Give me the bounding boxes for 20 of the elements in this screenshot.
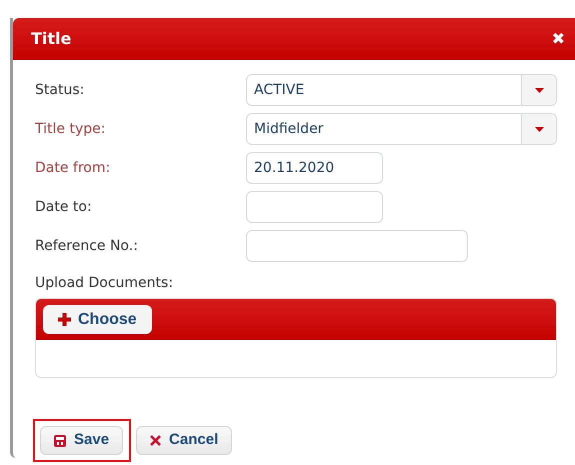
choose-button[interactable]: Choose (43, 305, 152, 334)
input-field[interactable] (246, 191, 383, 223)
close-icon (150, 435, 162, 446)
dialog-title: Title (31, 28, 72, 50)
caret-icon (534, 88, 544, 92)
cancel-button[interactable]: Cancel (136, 426, 232, 455)
field-label: Reference No.: (35, 236, 139, 256)
input-field[interactable] (246, 230, 468, 262)
field-label: Upload Documents: (35, 275, 174, 291)
save-button[interactable]: Save (40, 426, 124, 455)
input-field[interactable]: 20.11.2020 (246, 152, 383, 184)
dropdown[interactable]: ACTIVE (246, 74, 557, 106)
field-label: Status: (35, 80, 86, 100)
close-button[interactable]: ✖ (552, 27, 565, 51)
plus-icon (58, 313, 71, 326)
field-label: Date to: (35, 198, 93, 216)
caret-icon (534, 126, 544, 132)
field-label: Date from: (35, 158, 112, 178)
dropdown[interactable]: Midfielder (246, 113, 557, 145)
field-label: Title type: (35, 120, 106, 138)
